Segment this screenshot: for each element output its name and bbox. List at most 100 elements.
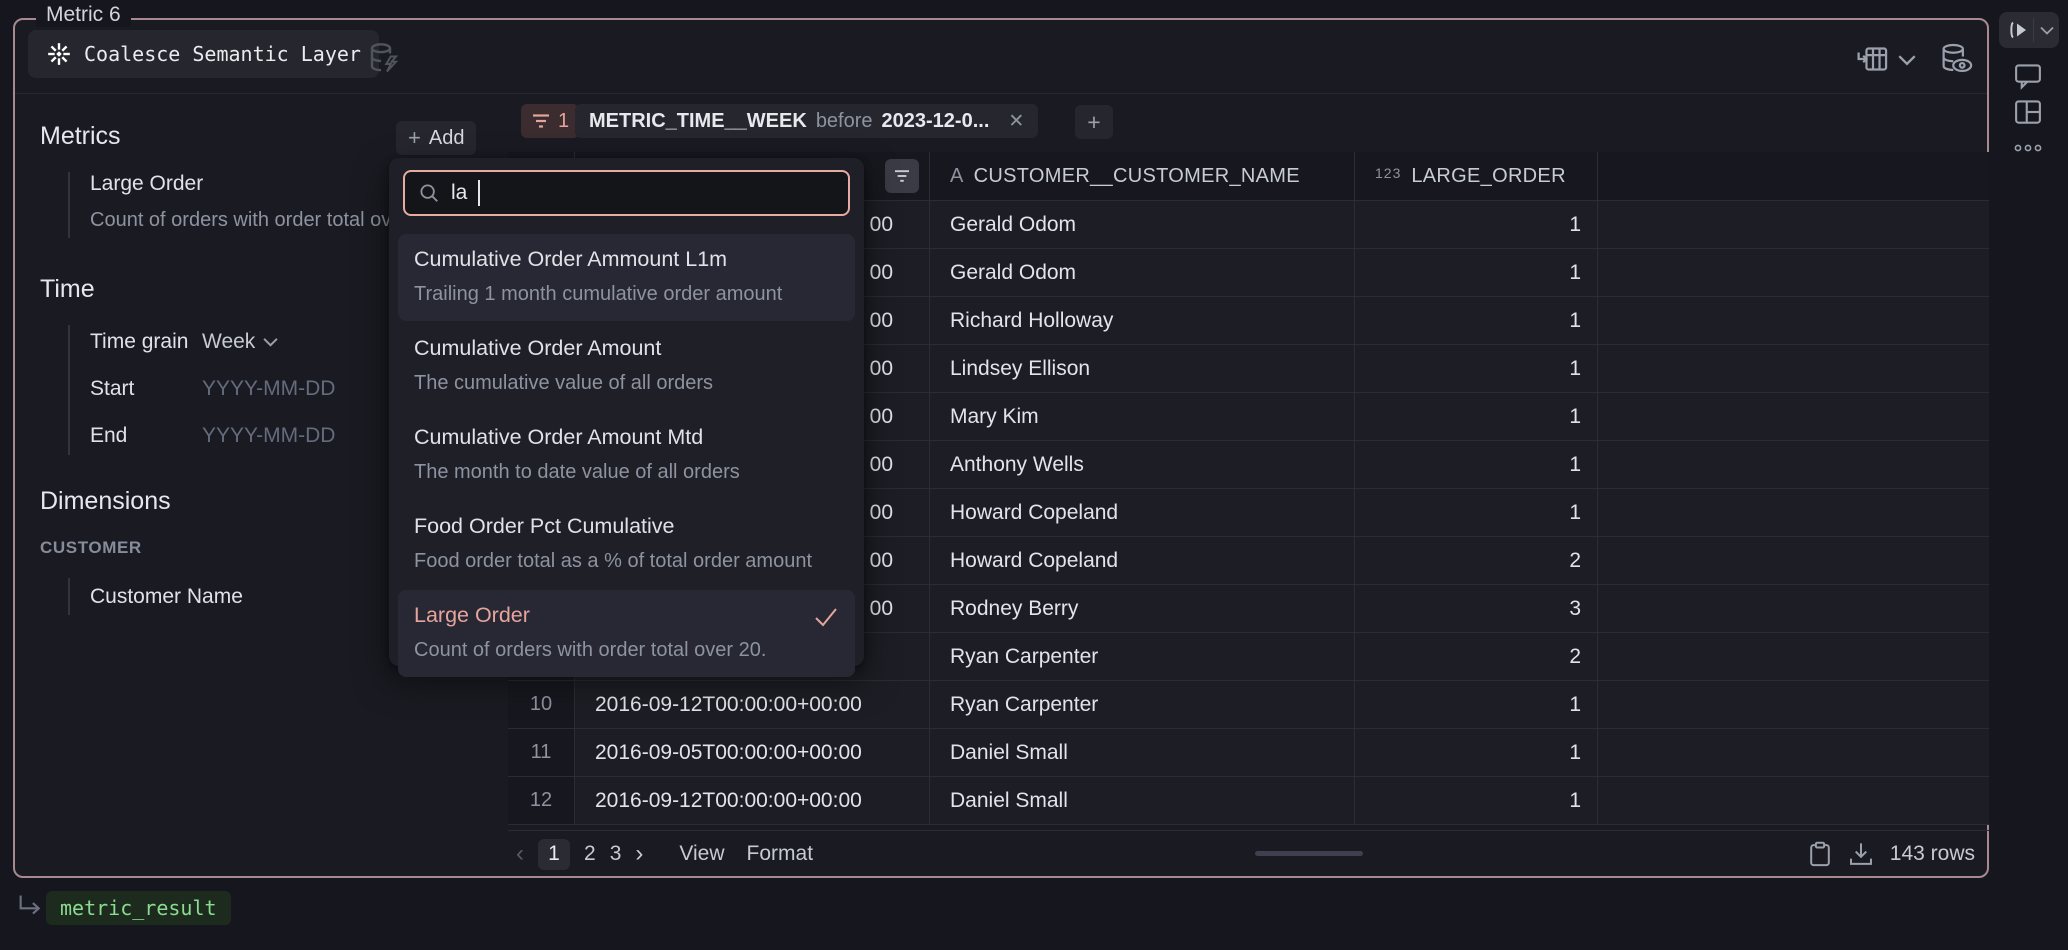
table-row[interactable]: 10 2016-09-12T00:00:00+00:00 Ryan Carpen… (508, 681, 1989, 729)
prev-page-button[interactable]: ‹ (516, 840, 524, 868)
customer-name-cell: Howard Copeland (930, 489, 1355, 536)
format-menu[interactable]: Format (747, 842, 814, 866)
filter-icon (531, 113, 551, 129)
metric-option-title: Cumulative Order Amount Mtd (414, 425, 839, 450)
metric-option-title: Cumulative Order Amount (414, 336, 839, 361)
layout-panel-icon[interactable] (2013, 98, 2043, 126)
metric-search-input[interactable]: la (403, 170, 850, 216)
empty-column-header (1598, 152, 1989, 200)
metric-option[interactable]: Food Order Pct Cumulative Food order tot… (398, 501, 855, 588)
dimension-item-customer-name[interactable]: Customer Name (68, 578, 243, 615)
empty-cell (1598, 729, 1989, 776)
customer-name-cell: Ryan Carpenter (930, 633, 1355, 680)
metric-option[interactable]: Cumulative Order Ammount L1m Trailing 1 … (398, 234, 855, 321)
run-icon (2007, 20, 2029, 40)
string-type-icon: A (950, 165, 964, 188)
page-button-1[interactable]: 1 (538, 839, 570, 870)
customer-name-cell: Richard Holloway (930, 297, 1355, 344)
time-grain-label: Time grain (90, 330, 202, 354)
dimension-item-label: Customer Name (90, 585, 243, 609)
add-metric-label: Add (429, 127, 465, 150)
download-icon[interactable] (1848, 841, 1874, 868)
dimensions-heading: Dimensions (40, 487, 171, 516)
metric-option-desc: Trailing 1 month cumulative order amount (414, 283, 839, 306)
page-button-3[interactable]: 3 (610, 842, 622, 866)
view-source-data-icon[interactable] (1938, 42, 1974, 75)
metric-option-desc: Food order total as a % of total order a… (414, 550, 839, 573)
metrics-heading: Metrics (40, 122, 121, 151)
customer-name-cell: Gerald Odom (930, 249, 1355, 296)
time-grain-select[interactable]: Week (202, 330, 278, 354)
customer-name-column-header[interactable]: A CUSTOMER__CUSTOMER_NAME (930, 152, 1355, 200)
chevron-down-icon (263, 337, 278, 347)
table-options-chevron-icon[interactable] (1898, 54, 1916, 66)
add-metric-button[interactable]: + Add (396, 121, 476, 155)
large-order-cell: 1 (1355, 393, 1598, 440)
large-order-cell: 2 (1355, 537, 1598, 584)
empty-cell (1598, 441, 1989, 488)
large-order-header-label: LARGE_ORDER (1411, 165, 1565, 188)
customer-name-cell: Howard Copeland (930, 537, 1355, 584)
large-order-cell: 1 (1355, 201, 1598, 248)
insert-table-icon[interactable] (1856, 44, 1890, 74)
page-button-2[interactable]: 2 (584, 842, 596, 866)
large-order-cell: 1 (1355, 345, 1598, 392)
horizontal-scrollbar-thumb[interactable] (1255, 851, 1363, 856)
filter-operator: before (816, 110, 873, 133)
cell-legend: Metric 6 (36, 3, 131, 27)
large-order-cell: 1 (1355, 297, 1598, 344)
selected-check-icon (813, 606, 839, 628)
metric-option-title: Large Order (414, 603, 839, 628)
rows-count: 143 rows (1890, 842, 1975, 866)
header-divider (15, 93, 1987, 94)
plus-icon: + (408, 127, 421, 149)
empty-cell (1598, 777, 1989, 824)
row-number-cell: 10 (508, 681, 575, 728)
result-variable-name: metric_result (60, 896, 217, 920)
copy-to-clipboard-icon[interactable] (1808, 841, 1832, 868)
end-label: End (90, 424, 202, 448)
search-icon (418, 182, 440, 204)
large-order-cell: 1 (1355, 489, 1598, 536)
column-filter-icon[interactable] (885, 159, 919, 193)
add-filter-button[interactable]: + (1075, 105, 1113, 139)
filter-field: METRIC_TIME__WEEK (589, 110, 807, 133)
result-variable-tag[interactable]: metric_result (46, 891, 231, 925)
metric-options-list: Cumulative Order Ammount L1m Trailing 1 … (398, 234, 855, 677)
metric-option[interactable]: Cumulative Order Amount The cumulative v… (398, 323, 855, 410)
remove-filter-icon[interactable]: ✕ (1008, 110, 1024, 133)
metric-option-desc: Count of orders with order total over 20… (414, 639, 839, 662)
selected-metric-item[interactable]: Large Order Count of orders with order t… (68, 172, 442, 238)
time-grain-value: Week (202, 330, 255, 354)
end-date-input[interactable]: YYYY-MM-DD (202, 424, 335, 448)
app-title: Coalesce Semantic Layer (84, 42, 361, 66)
metric-option-desc: The cumulative value of all orders (414, 372, 839, 395)
database-edit-icon[interactable] (366, 40, 402, 76)
customer-name-cell: Rodney Berry (930, 585, 1355, 632)
metric-time-cell: 2016-09-12T00:00:00+00:00 (575, 777, 930, 824)
start-date-input[interactable]: YYYY-MM-DD (202, 377, 335, 401)
metric-search-dropdown: la Cumulative Order Ammount L1m Trailing… (389, 158, 864, 666)
large-order-cell: 1 (1355, 249, 1598, 296)
more-options-icon[interactable] (2013, 142, 2043, 154)
table-row[interactable]: 12 2016-09-12T00:00:00+00:00 Daniel Smal… (508, 777, 1989, 825)
next-page-button[interactable]: › (635, 840, 643, 868)
filter-count-chip[interactable]: 1 (521, 104, 579, 138)
customer-name-cell: Lindsey Ellison (930, 345, 1355, 392)
run-button-divider (2033, 18, 2034, 42)
metric-option[interactable]: Large Order Count of orders with order t… (398, 590, 855, 677)
filter-chip[interactable]: METRIC_TIME__WEEK before 2023-12-0... ✕ (575, 104, 1038, 138)
comments-icon[interactable] (2013, 62, 2043, 90)
large-order-column-header[interactable]: 123 LARGE_ORDER (1355, 152, 1598, 200)
view-menu[interactable]: View (679, 842, 724, 866)
semantic-layer-source-button[interactable]: Coalesce Semantic Layer (28, 30, 379, 78)
run-cell-button[interactable] (1999, 12, 2059, 48)
run-options-chevron-icon[interactable] (2040, 26, 2054, 35)
customer-name-cell: Anthony Wells (930, 441, 1355, 488)
number-type-icon: 123 (1375, 165, 1401, 181)
empty-cell (1598, 489, 1989, 536)
metric-option[interactable]: Cumulative Order Amount Mtd The month to… (398, 412, 855, 499)
metric-time-cell: 2016-09-05T00:00:00+00:00 (575, 729, 930, 776)
empty-cell (1598, 201, 1989, 248)
table-row[interactable]: 11 2016-09-05T00:00:00+00:00 Daniel Smal… (508, 729, 1989, 777)
